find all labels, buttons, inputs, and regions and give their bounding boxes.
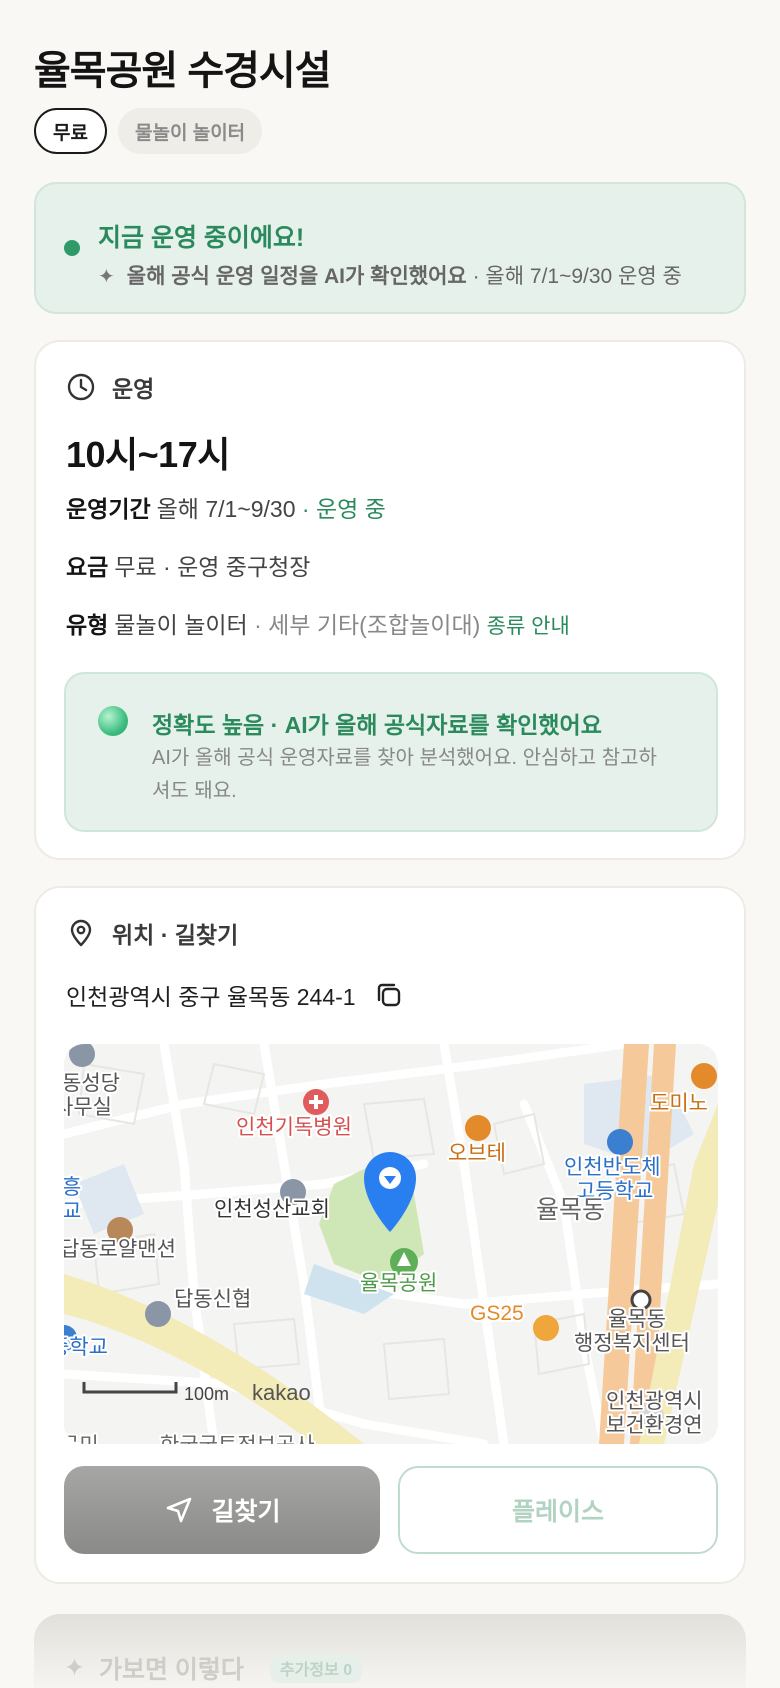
map-label-office2: 행정복지센터 — [574, 1332, 690, 1355]
accuracy-box: 정확도 높음 · AI가 올해 공식자료를 확인했어요 AI가 올해 공식 운영… — [64, 672, 718, 832]
map-label-gs25: GS25 — [470, 1302, 524, 1325]
map-canvas[interactable]: 인천기독병원 오브테 인천반도체 고등학교 인천성산교회 율목동 율목공원 GS… — [64, 1044, 718, 1444]
page-title: 율목공원 수경시설 — [34, 49, 332, 93]
type-label: 유형 — [66, 612, 109, 638]
route-button[interactable]: 길찾기 — [64, 1466, 380, 1554]
accuracy-body: AI가 올해 공식 운영자료를 찾아 분석했어요. 안심하고 참고하셔도 돼요. — [152, 747, 657, 802]
status-separator: · — [466, 265, 486, 288]
map-label-bottom-cut: 한국국토정보공사 — [160, 1434, 315, 1444]
map-label-school-left: 중학교 — [64, 1336, 108, 1359]
map-label-bank: 답동신협 — [174, 1288, 251, 1311]
map-label-hospital: 인천기독병원 — [236, 1116, 352, 1139]
period-value: 올해 7/1~9/30 — [156, 496, 296, 522]
address-row: 인천광역시 중구 율목동 244-1 — [66, 978, 404, 1012]
type-detail: · 세부 기타(조합놀이대) — [254, 612, 481, 638]
map-scale-label: 100m — [184, 1384, 229, 1404]
map-label-pharmacy: 답동로얄맨션 — [64, 1238, 176, 1261]
map-label-school: 인천반도체 — [564, 1156, 661, 1179]
map-label-health: 인천광역시 — [606, 1390, 703, 1413]
map-label-church: 인천성산교회 — [214, 1198, 330, 1221]
operating-hours: 10시~17시 — [66, 434, 230, 475]
type-guide-link[interactable]: 종류 안내 — [487, 615, 570, 638]
status-title: 지금 운영 중이에요! — [98, 224, 305, 252]
fee-chip[interactable]: 무료 — [34, 108, 107, 154]
map-label-park: 율목공원 — [360, 1272, 437, 1295]
status-dot — [64, 240, 80, 256]
operation-heading: 운영 — [66, 370, 154, 404]
next-section-heading: ✦ 가보면 이렇다 추가정보 0 — [64, 1650, 363, 1686]
map-label-domino: 도미노 — [650, 1092, 708, 1115]
map-label-office: 율목동 — [608, 1308, 666, 1331]
location-heading: 위치 · 길찾기 — [66, 916, 238, 950]
map-label-dongseong2: 사무실 — [64, 1096, 112, 1119]
map-view[interactable]: 인천기독병원 오브테 인천반도체 고등학교 인천성산교회 율목동 율목공원 GS… — [64, 1044, 718, 1444]
type-chip[interactable]: 물놀이 놀이터 — [118, 108, 263, 154]
status-schedule: 올해 7/1~9/30 운영 중 — [485, 265, 682, 288]
address-text: 인천광역시 중구 율목동 244-1 — [66, 984, 356, 1010]
status-card: 지금 운영 중이에요! ✦ 올해 공식 운영 일정을 AI가 확인했어요 · 올해… — [34, 182, 746, 314]
location-pin-icon — [70, 919, 92, 947]
next-section-card: ✦ 가보면 이렇다 추가정보 0 — [34, 1614, 746, 1688]
place-button[interactable]: 플레이스 — [398, 1466, 718, 1554]
type-value: 물놀이 놀이터 — [114, 612, 248, 638]
accuracy-title: 정확도 높음 · AI가 올해 공식자료를 확인했어요 — [152, 712, 602, 738]
clock-icon — [67, 373, 95, 401]
operation-card: 운영 10시~17시 운영기간 올해 7/1~9/30 · 운영 중 요금 무료 ·… — [34, 340, 746, 860]
copy-icon[interactable] — [374, 980, 404, 1010]
map-label-heung: 흥 — [64, 1176, 81, 1199]
map-label-obte: 오브테 — [448, 1142, 506, 1165]
map-label-gyo: 교 — [64, 1200, 81, 1223]
map-label-health2: 보건환경연 — [606, 1414, 703, 1437]
period-label: 운영기간 — [66, 496, 151, 522]
map-label-bottom-cut2: 구미 — [64, 1434, 99, 1444]
map-kakao-logo: kakao — [252, 1380, 311, 1405]
location-heading-label: 위치 · 길찾기 — [112, 922, 239, 948]
fee-label: 요금 — [66, 554, 109, 580]
ai-note: 올해 공식 운영 일정을 AI가 확인했어요 — [126, 265, 467, 288]
map-label-dongseong: 동성당 — [64, 1072, 120, 1095]
map-label-district: 율목동 — [536, 1196, 605, 1224]
type-row: 유형 물놀이 놀이터 · 세부 기타(조합놀이대) 종류 안내 — [66, 606, 570, 640]
accuracy-orb-icon — [98, 706, 128, 736]
sparkle-icon: ✦ — [64, 1654, 85, 1682]
location-card: 위치 · 길찾기 인천광역시 중구 율목동 244-1 인천기독병원 오브테 인… — [34, 886, 746, 1584]
route-button-label: 길찾기 — [211, 1498, 281, 1526]
next-section-badge: 추가정보 0 — [269, 1653, 363, 1683]
operation-heading-label: 운영 — [112, 376, 155, 402]
status-subtitle: ✦ 올해 공식 운영 일정을 AI가 확인했어요 · 올해 7/1~9/30 운영… — [98, 260, 682, 290]
fee-value: 무료 · 운영 중구청장 — [114, 554, 311, 580]
period-status: · 운영 중 — [301, 496, 386, 522]
sparkle-icon: ✦ — [98, 266, 115, 288]
period-row: 운영기간 올해 7/1~9/30 · 운영 중 — [66, 490, 386, 524]
fee-row: 요금 무료 · 운영 중구청장 — [66, 548, 310, 582]
navigation-arrow-icon — [167, 1497, 192, 1523]
next-section-title: 가보면 이렇다 — [98, 1656, 244, 1684]
